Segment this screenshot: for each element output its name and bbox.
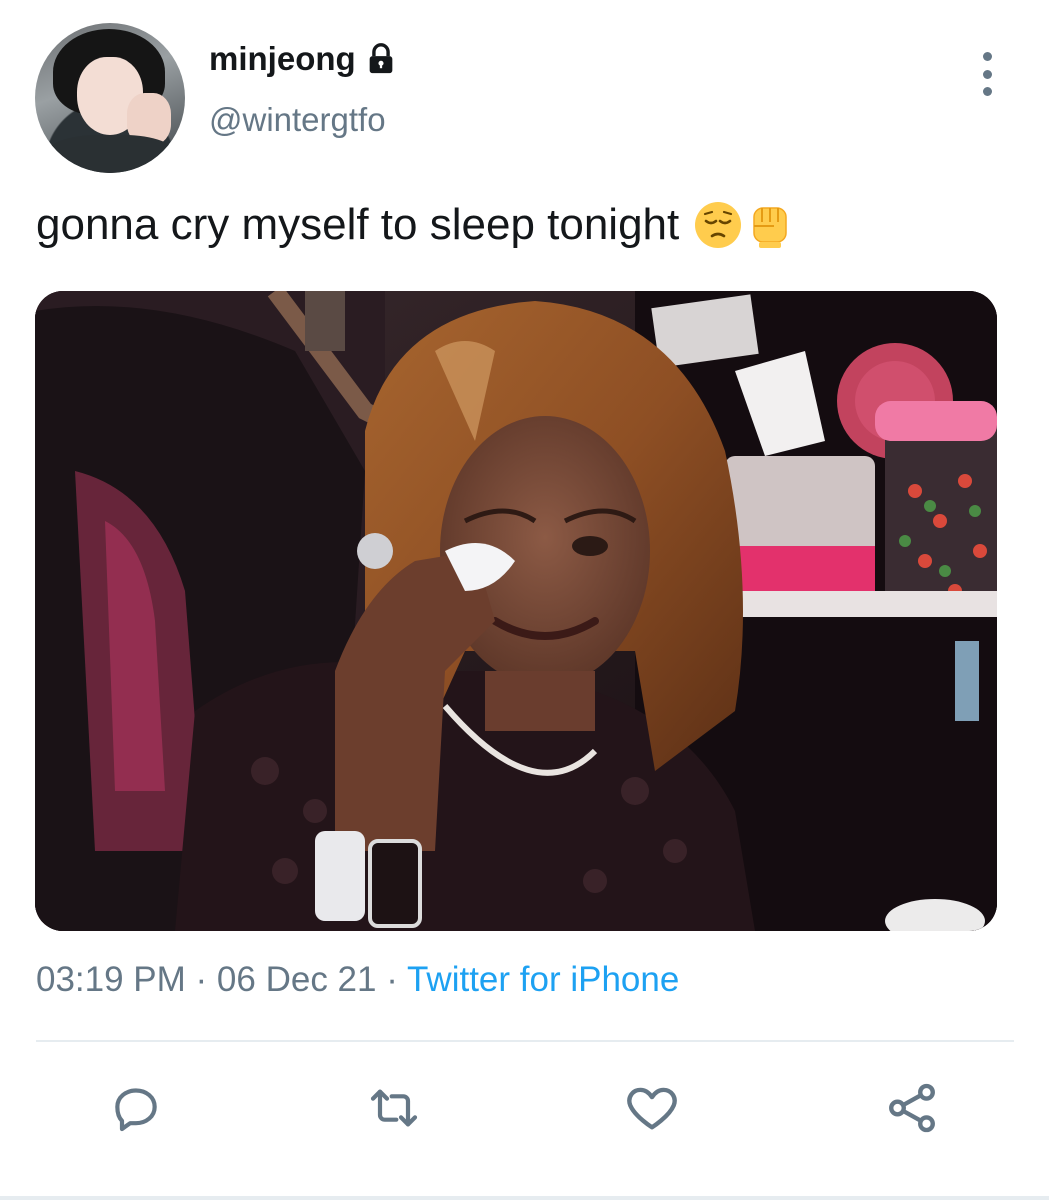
share-button[interactable] — [880, 1078, 944, 1142]
retweet-button[interactable] — [362, 1078, 426, 1142]
display-name[interactable]: minjeong — [209, 40, 356, 78]
reply-icon — [108, 1080, 164, 1141]
tweet-source-link[interactable]: Twitter for iPhone — [407, 960, 679, 999]
tweet-time: 03:19 PM — [36, 960, 186, 999]
meta-separator: · — [376, 960, 407, 999]
lock-icon — [364, 42, 398, 76]
tweet-meta: 03:19 PM · 06 Dec 21 · Twitter for iPhon… — [36, 960, 679, 1000]
tweet-text-content: gonna cry myself to sleep tonight — [36, 200, 680, 249]
heart-icon — [623, 1079, 681, 1142]
more-vertical-icon[interactable] — [972, 52, 1002, 96]
raised-fist-icon — [745, 200, 795, 250]
bottom-divider — [0, 1196, 1049, 1200]
tweet-actions — [0, 1078, 1049, 1148]
like-button[interactable] — [620, 1078, 684, 1142]
divider — [36, 1040, 1014, 1042]
avatar-clothing — [45, 135, 177, 173]
tweet-media-image[interactable] — [35, 291, 997, 931]
tweet-text: gonna cry myself to sleep tonight — [36, 200, 795, 250]
retweet-icon — [366, 1080, 422, 1141]
reply-button[interactable] — [104, 1078, 168, 1142]
display-name-row[interactable]: minjeong — [209, 40, 398, 78]
pensive-face-icon — [693, 200, 743, 250]
share-icon — [883, 1079, 941, 1142]
tweet-date: 06 Dec 21 — [216, 960, 377, 999]
avatar[interactable] — [35, 23, 185, 173]
user-handle[interactable]: @wintergtfo — [209, 101, 386, 139]
meta-separator: · — [185, 960, 217, 999]
